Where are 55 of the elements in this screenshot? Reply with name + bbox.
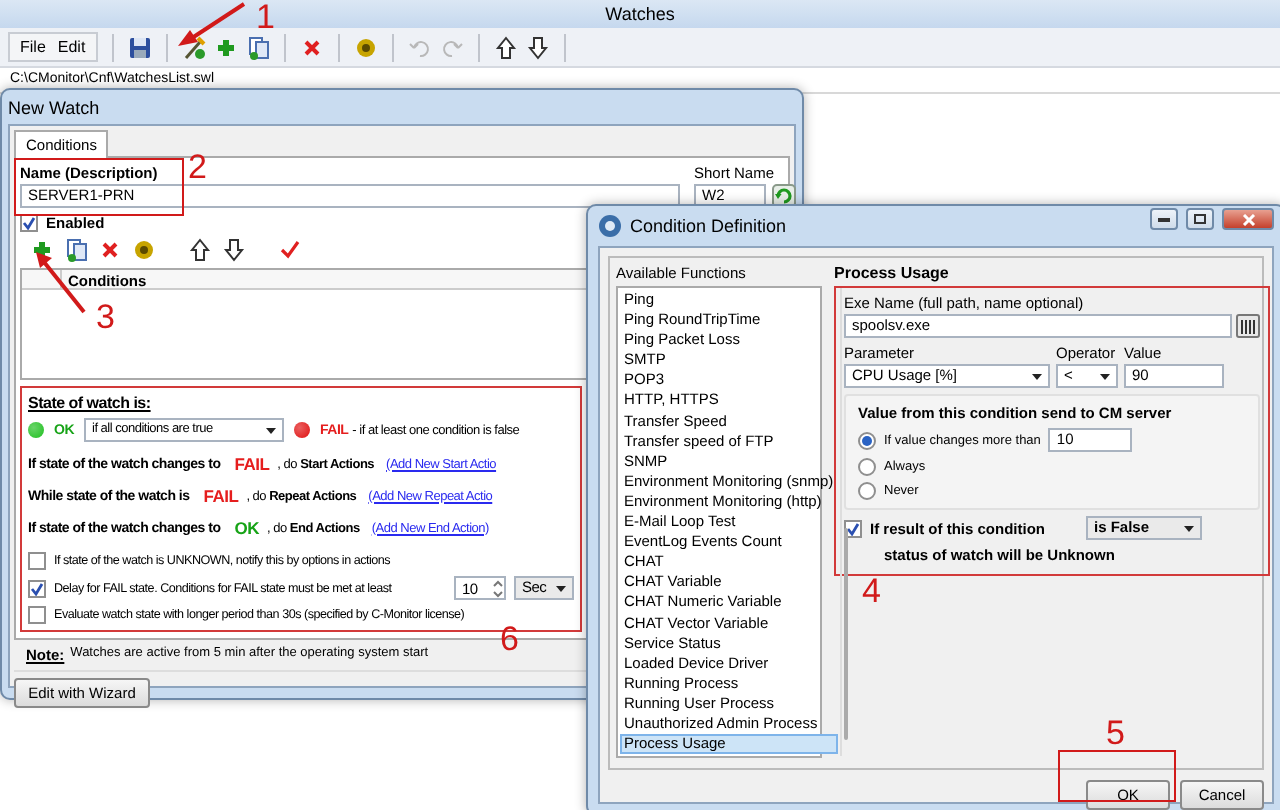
copy-icon[interactable] — [245, 35, 270, 59]
status-dot — [294, 422, 310, 438]
down-arrow-icon[interactable] — [222, 238, 246, 262]
section-title: State of watch is: — [28, 394, 153, 412]
annotation-number: 2 — [188, 150, 207, 184]
section-title: Process Usage — [834, 264, 951, 282]
annotation-number: 5 — [1106, 716, 1125, 750]
maximize-icon — [1194, 214, 1206, 224]
app-icon — [598, 214, 622, 238]
checkbox[interactable] — [28, 579, 46, 597]
status-dot — [28, 422, 44, 438]
annotation-number: 4 — [862, 574, 881, 608]
menu-item[interactable]: Edit — [57, 38, 86, 56]
minimize-icon — [1158, 217, 1170, 221]
browse-icon[interactable] — [1236, 314, 1260, 338]
delete-icon[interactable] — [98, 238, 122, 262]
copy-icon[interactable] — [64, 238, 88, 262]
dropdown-caret-icon — [556, 585, 566, 591]
close-icon — [1241, 213, 1255, 225]
checkbox[interactable] — [28, 552, 46, 570]
window-title: Condition Definition — [630, 216, 789, 236]
up-arrow-icon[interactable] — [493, 35, 518, 59]
dropdown-caret-icon — [1032, 373, 1042, 379]
delete-icon[interactable] — [299, 35, 324, 59]
maximize-button[interactable] — [1186, 208, 1214, 230]
window-title: New Watch — [8, 97, 102, 117]
wand-icon[interactable] — [181, 35, 206, 59]
checkmark-icon[interactable] — [278, 238, 302, 262]
save-icon[interactable] — [127, 35, 152, 59]
checkbox[interactable] — [844, 519, 862, 537]
minimize-button[interactable] — [1150, 208, 1178, 230]
plus-icon[interactable] — [213, 35, 238, 59]
highlight-frame — [1058, 750, 1176, 802]
annotation-number: 3 — [96, 300, 115, 334]
up-arrow-icon[interactable] — [188, 238, 212, 262]
dropdown-caret-icon — [266, 427, 276, 433]
window-title: Watches — [605, 4, 675, 24]
state-word: FAIL — [203, 486, 239, 506]
close-button[interactable] — [1222, 208, 1274, 230]
annotation-number: 6 — [500, 622, 519, 656]
checkbox[interactable] — [28, 606, 46, 624]
state-word: FAIL — [234, 454, 270, 474]
menu-item[interactable]: File — [20, 38, 46, 56]
dropdown-caret-icon — [1184, 525, 1194, 531]
scrollbar[interactable] — [839, 288, 842, 756]
annotation-number: 1 — [256, 0, 275, 34]
dropdown-caret-icon — [1100, 373, 1110, 379]
radio-button[interactable] — [858, 431, 876, 449]
radio-button[interactable] — [858, 458, 876, 476]
state-word: OK — [234, 518, 259, 538]
annotation-arrow — [178, 2, 246, 46]
spin-arrows-icon — [492, 579, 504, 597]
refresh-icon[interactable] — [772, 184, 796, 208]
down-arrow-icon[interactable] — [525, 35, 550, 59]
radio-button[interactable] — [858, 482, 876, 500]
